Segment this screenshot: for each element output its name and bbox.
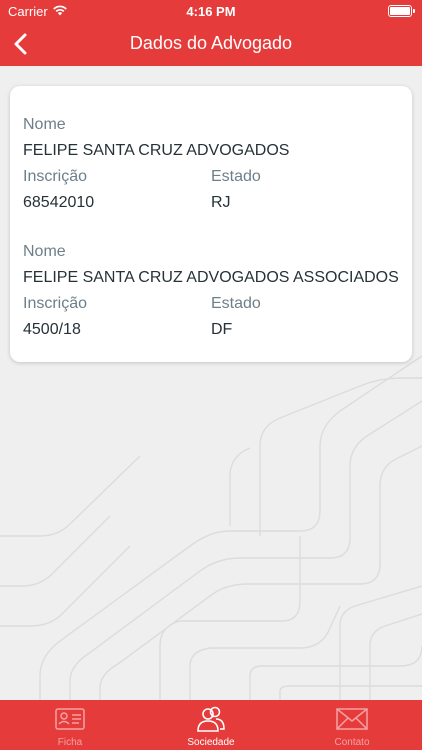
inscricao-label: Inscrição xyxy=(23,295,88,312)
navigation-bar: Dados do Advogado xyxy=(0,22,422,66)
id-card-icon xyxy=(55,708,85,730)
inscricao-value: 4500/18 xyxy=(23,321,81,338)
society-entry: Nome FELIPE SANTA CRUZ ADVOGADOS Inscriç… xyxy=(23,104,403,214)
tab-ficha[interactable]: Ficha xyxy=(0,700,140,750)
tab-sociedade-label: Sociedade xyxy=(187,737,235,748)
estado-value: RJ xyxy=(211,194,231,211)
nome-value: FELIPE SANTA CRUZ ADVOGADOS ASSOCIADOS xyxy=(23,269,399,286)
tab-contato[interactable]: Contato xyxy=(282,700,422,750)
tab-ficha-label: Ficha xyxy=(57,737,83,748)
tab-sociedade[interactable]: Sociedade xyxy=(141,700,281,750)
estado-label: Estado xyxy=(211,295,261,312)
clock: 4:16 PM xyxy=(186,4,236,19)
society-entry: Nome FELIPE SANTA CRUZ ADVOGADOS ASSOCIA… xyxy=(23,231,403,341)
nome-label: Nome xyxy=(23,116,66,133)
nome-value: FELIPE SANTA CRUZ ADVOGADOS xyxy=(23,142,290,159)
inscricao-value: 68542010 xyxy=(23,194,95,211)
nome-label: Nome xyxy=(23,243,66,260)
users-icon xyxy=(197,706,225,732)
inscricao-label: Inscrição xyxy=(23,168,88,185)
tab-contato-label: Contato xyxy=(334,737,370,748)
envelope-icon xyxy=(336,708,368,730)
page-title: Dados do Advogado xyxy=(129,33,293,53)
lawyer-info-card: Nome FELIPE SANTA CRUZ ADVOGADOS Inscriç… xyxy=(10,86,412,362)
estado-label: Estado xyxy=(211,168,261,185)
battery-icon xyxy=(388,5,415,17)
tab-bar: Ficha Sociedade Contato xyxy=(0,700,422,750)
status-bar: Carrier 4:16 PM xyxy=(0,0,422,22)
estado-value: DF xyxy=(211,321,233,338)
